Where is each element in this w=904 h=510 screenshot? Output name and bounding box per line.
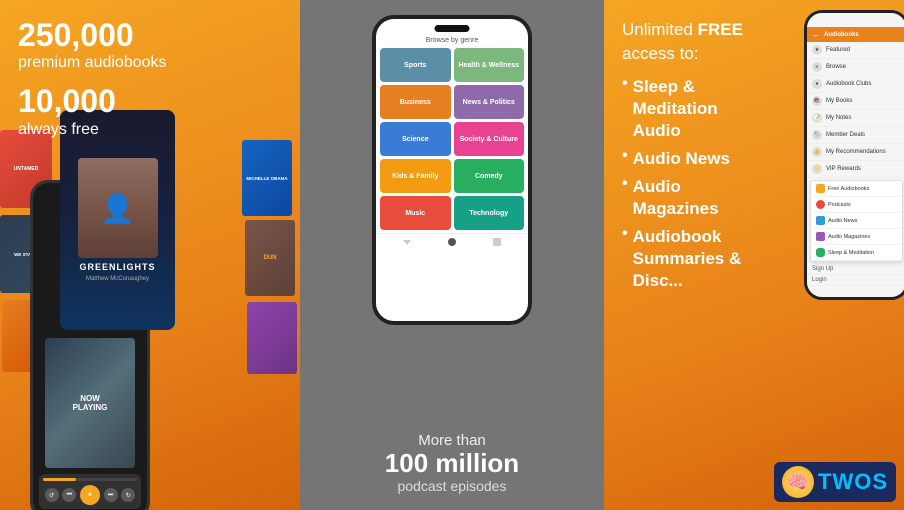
stat1-subtitle: premium audiobooks <box>18 53 167 72</box>
middle-top: Browse by genre Sports Health & Wellness… <box>300 0 604 420</box>
genre-health[interactable]: Health & Wellness <box>454 48 525 82</box>
stat1-number: 250,000 <box>18 18 167 53</box>
feature-list: Sleep &MeditationAudio Audio News AudioM… <box>622 76 890 293</box>
book-obama: MICHELLE OBAMA <box>242 140 292 216</box>
skip-back-button[interactable]: ↺ <box>45 488 59 502</box>
playing-book-cover: NOWPLAYING <box>45 338 135 468</box>
right-content: Unlimited FREE access to: Sleep &Meditat… <box>604 0 904 292</box>
left-headline: 250,000 premium audiobooks 10,000 always… <box>18 18 167 139</box>
genre-sports[interactable]: Sports <box>380 48 451 82</box>
unlimited-headline: Unlimited FREE access to: <box>622 18 890 66</box>
book-greenlights-author: Matthew McConaughey <box>86 276 149 282</box>
phone-nav-bar <box>376 233 528 250</box>
nav-home <box>448 238 456 246</box>
nav-back <box>403 240 411 245</box>
genre-tech[interactable]: Technology <box>454 196 525 230</box>
play-button[interactable]: ⏸ <box>80 485 100 505</box>
playback-progress <box>43 478 138 481</box>
phone-middle: Browse by genre Sports Health & Wellness… <box>372 15 532 325</box>
genre-society[interactable]: Society & Culture <box>454 122 525 156</box>
panel-right: Unlimited FREE access to: Sleep &Meditat… <box>604 0 904 510</box>
genre-grid: Sports Health & Wellness Business News &… <box>376 48 528 230</box>
free-word: FREE <box>698 20 743 39</box>
middle-bottom: More than 100 million podcast episodes <box>385 420 519 510</box>
stat2-number: 10,000 <box>18 84 167 119</box>
unlimited-word: Unlimited <box>622 20 693 39</box>
genre-comedy[interactable]: Comedy <box>454 159 525 193</box>
twos-badge: 🧠 TWOS <box>774 462 896 502</box>
greenlights-cover: 👤 GREENLIGHTS Matthew McConaughey <box>60 110 175 330</box>
feature-item-news: Audio News <box>622 148 890 170</box>
feature-item-sleep: Sleep &MeditationAudio <box>622 76 890 142</box>
nav-recents <box>493 238 501 246</box>
twos-label: TWOS <box>818 469 888 495</box>
book-dune: DUN <box>245 220 295 296</box>
player-controls: ↺ ⏮ ⏸ ⏭ ↻ <box>39 474 142 509</box>
podcast-count: 100 million <box>385 449 519 478</box>
panel-left: 250,000 premium audiobooks 10,000 always… <box>0 0 300 510</box>
prev-button[interactable]: ⏮ <box>62 488 76 502</box>
browse-header: Browse by genre <box>376 37 528 44</box>
control-row: ↺ ⏮ ⏸ ⏭ ↻ <box>43 485 138 505</box>
progress-fill <box>43 478 76 481</box>
phone-middle-notch <box>435 25 470 32</box>
next-button[interactable]: ⏭ <box>104 488 118 502</box>
genre-news[interactable]: News & Politics <box>454 85 525 119</box>
more-than-text: More than <box>385 432 519 449</box>
face-illustration: 👤 <box>78 158 158 258</box>
genre-kids[interactable]: Kids & Family <box>380 159 451 193</box>
feature-item-summaries: AudiobookSummaries &Disc... <box>622 226 890 292</box>
genre-business[interactable]: Business <box>380 85 451 119</box>
access-word: access to: <box>622 44 699 63</box>
genre-science[interactable]: Science <box>380 122 451 156</box>
book-greenlights-title: GREENLIGHTS <box>79 262 155 272</box>
phone-middle-screen: Browse by genre Sports Health & Wellness… <box>376 19 528 321</box>
playing-title: NOWPLAYING <box>69 390 112 416</box>
genre-music[interactable]: Music <box>380 196 451 230</box>
twos-brain-icon: 🧠 <box>782 466 814 498</box>
stat2-subtitle: always free <box>18 120 167 139</box>
feature-item-magazines: AudioMagazines <box>622 176 890 220</box>
skip-fwd-button[interactable]: ↻ <box>121 488 135 502</box>
podcast-label: podcast episodes <box>385 478 519 494</box>
panel-middle: Browse by genre Sports Health & Wellness… <box>300 0 604 510</box>
book-misc2 <box>247 302 297 374</box>
